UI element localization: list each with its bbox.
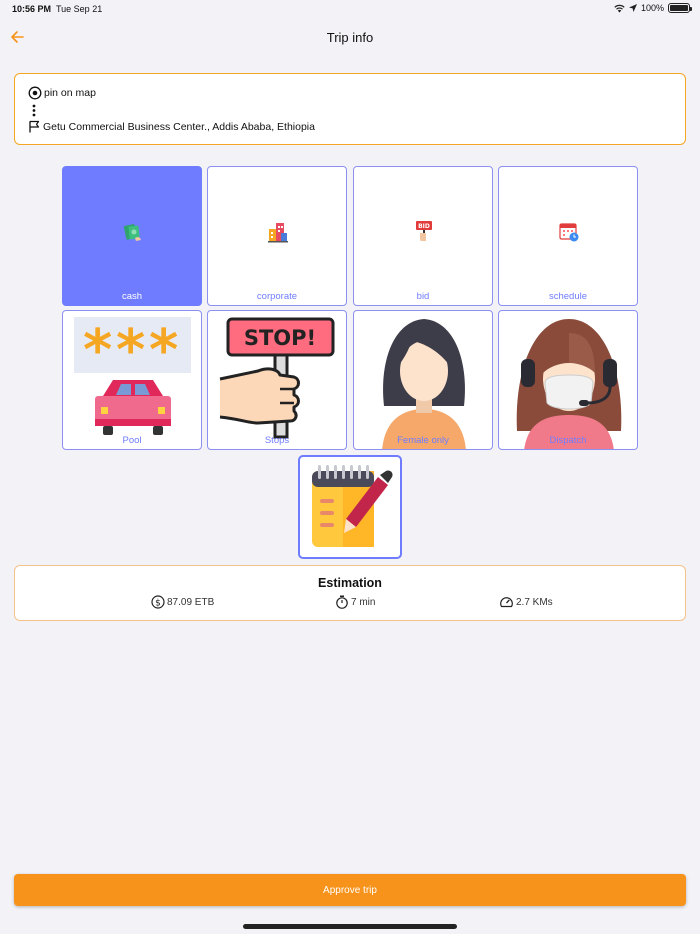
origin-text: pin on map	[44, 87, 96, 99]
estimation-distance: 2.7 KMs	[499, 595, 553, 609]
buildings-icon	[268, 223, 288, 243]
battery-percent: 100%	[640, 3, 664, 13]
estimation-title: Estimation	[318, 576, 382, 590]
estimation-duration: 7 min	[335, 595, 375, 609]
svg-text:*: *	[149, 318, 178, 383]
woman-avatar-icon	[382, 319, 466, 449]
option-dispatch-label: Dispatch	[549, 435, 587, 446]
notes-button[interactable]	[298, 455, 402, 559]
option-corporate[interactable]: corporate	[207, 166, 347, 306]
option-stops[interactable]: STOP! Stops	[207, 310, 347, 450]
option-schedule[interactable]: schedule	[498, 166, 638, 306]
status-date: Tue Sep 21	[56, 4, 103, 14]
option-cash[interactable]: cash	[62, 166, 202, 306]
estimation-distance-text: 2.7 KMs	[516, 596, 553, 608]
svg-text:$: $	[155, 599, 161, 609]
navigation-bar: Trip info	[0, 22, 700, 52]
option-female-only-label: Female only	[397, 435, 449, 446]
option-pool[interactable]: * * * Pool	[62, 310, 202, 450]
svg-text:STOP!: STOP!	[244, 326, 316, 350]
option-schedule-label: schedule	[548, 291, 588, 302]
option-pool-label: Pool	[122, 435, 142, 446]
estimation-price: $ 87.09 ETB	[151, 595, 214, 609]
svg-text:BID: BID	[418, 223, 430, 230]
pool-car-icon: * * *	[74, 317, 191, 435]
option-corporate-label: corporate	[256, 291, 298, 302]
flag-icon	[29, 120, 40, 133]
approve-trip-button[interactable]: Approve trip	[14, 874, 686, 906]
estimation-price-text: 87.09 ETB	[167, 596, 215, 608]
status-bar: 10:56 PM Tue Sep 21 100%	[0, 0, 700, 18]
page-title: Trip info	[326, 30, 374, 45]
speedometer-icon	[500, 597, 513, 608]
origin-row[interactable]: pin on map	[28, 86, 96, 100]
calendar-clock-icon	[559, 223, 579, 242]
option-bid[interactable]: BID bid	[353, 166, 493, 306]
estimation-card: Estimation $ 87.09 ETB 7 min 2.7 KMs	[14, 565, 686, 621]
destination-row[interactable]: Getu Commercial Business Center., Addis …	[28, 120, 315, 133]
notepad-pen-icon	[312, 465, 393, 547]
svg-text:*: *	[83, 318, 112, 383]
cash-icon	[123, 224, 141, 241]
status-right: 100%	[614, 3, 692, 13]
status-time: 10:56 PM	[12, 4, 52, 14]
option-female-only[interactable]: Female only	[353, 310, 493, 450]
dollar-circle-icon: $	[151, 595, 165, 609]
option-stops-label: Stops	[264, 435, 290, 446]
bid-sign-icon: BID	[416, 221, 432, 241]
destination-text: Getu Commercial Business Center., Addis …	[43, 120, 315, 133]
option-cash-label: cash	[121, 291, 143, 302]
battery-icon	[668, 3, 692, 13]
option-bid-label: bid	[416, 291, 430, 302]
svg-text:*: *	[116, 318, 145, 383]
location-arrow-icon	[628, 4, 637, 12]
route-card[interactable]: pin on map Getu Commercial Business Cent…	[14, 73, 686, 145]
option-dispatch[interactable]: Dispatch	[498, 310, 638, 450]
home-indicator	[243, 924, 457, 929]
dispatch-operator-icon	[516, 319, 622, 449]
stop-sign-icon: STOP!	[219, 317, 335, 439]
target-icon	[28, 86, 42, 100]
wifi-icon	[614, 4, 625, 12]
estimation-duration-text: 7 min	[351, 596, 376, 608]
timer-icon	[336, 595, 348, 609]
route-dots-icon	[32, 104, 36, 117]
